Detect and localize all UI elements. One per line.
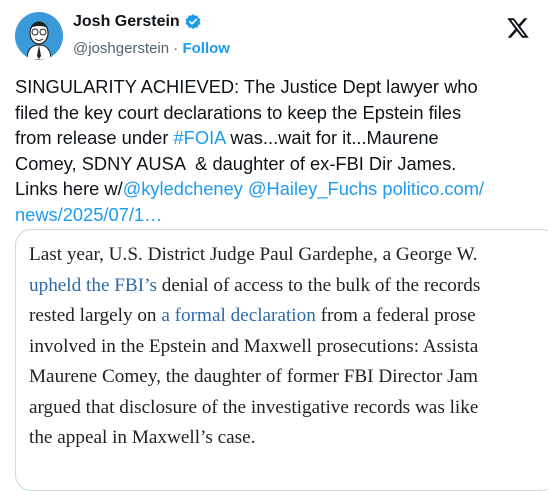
excerpt-line: involved in the Epstein and Maxwell pros… — [29, 335, 479, 357]
tweet-text: SINGULARITY ACHIEVED: The Justice Dept l… — [15, 74, 540, 227]
author-name-row: Josh Gerstein — [73, 13, 202, 31]
excerpt-line: Maurene Comey, the daughter of former FB… — [29, 366, 478, 387]
excerpt-line: argued that disclosure of the investigat… — [29, 396, 479, 418]
mention-link[interactable]: @kyledcheney — [123, 178, 243, 199]
article-excerpt: Last year, U.S. District Judge Paul Gard… — [29, 240, 548, 454]
follow-button[interactable]: Follow — [182, 40, 230, 57]
quoted-article-card[interactable]: Last year, U.S. District Judge Paul Gard… — [15, 229, 548, 491]
excerpt-line: Last year, U.S. District Judge Paul Gard… — [29, 244, 478, 265]
excerpt-line: rested largely on a formal declaration f… — [29, 301, 548, 332]
x-logo-icon[interactable] — [506, 16, 530, 40]
author-handle[interactable]: @joshgerstein — [73, 40, 169, 57]
excerpt-text: denial of access to the bulk of the reco… — [156, 274, 481, 296]
mention-link[interactable]: @Hailey_Fuchs — [248, 178, 377, 199]
excerpt-text: rested largely on — [29, 305, 162, 326]
excerpt-line: upheld the FBI’s denial of access to the… — [29, 271, 548, 302]
author-handle-row: @joshgerstein · Follow — [73, 40, 230, 57]
excerpt-text: from a federal prose — [315, 305, 476, 326]
excerpt-link[interactable]: upheld the FBI’s — [29, 275, 157, 296]
separator-dot: · — [173, 40, 179, 57]
hashtag-link[interactable]: #FOIA — [174, 127, 226, 148]
avatar[interactable] — [15, 12, 63, 60]
excerpt-link[interactable]: a formal declaration — [161, 305, 315, 326]
excerpt-line: the appeal in Maxwell’s case. — [29, 427, 256, 448]
author-name[interactable]: Josh Gerstein — [73, 13, 180, 31]
verified-badge-icon — [184, 13, 202, 31]
